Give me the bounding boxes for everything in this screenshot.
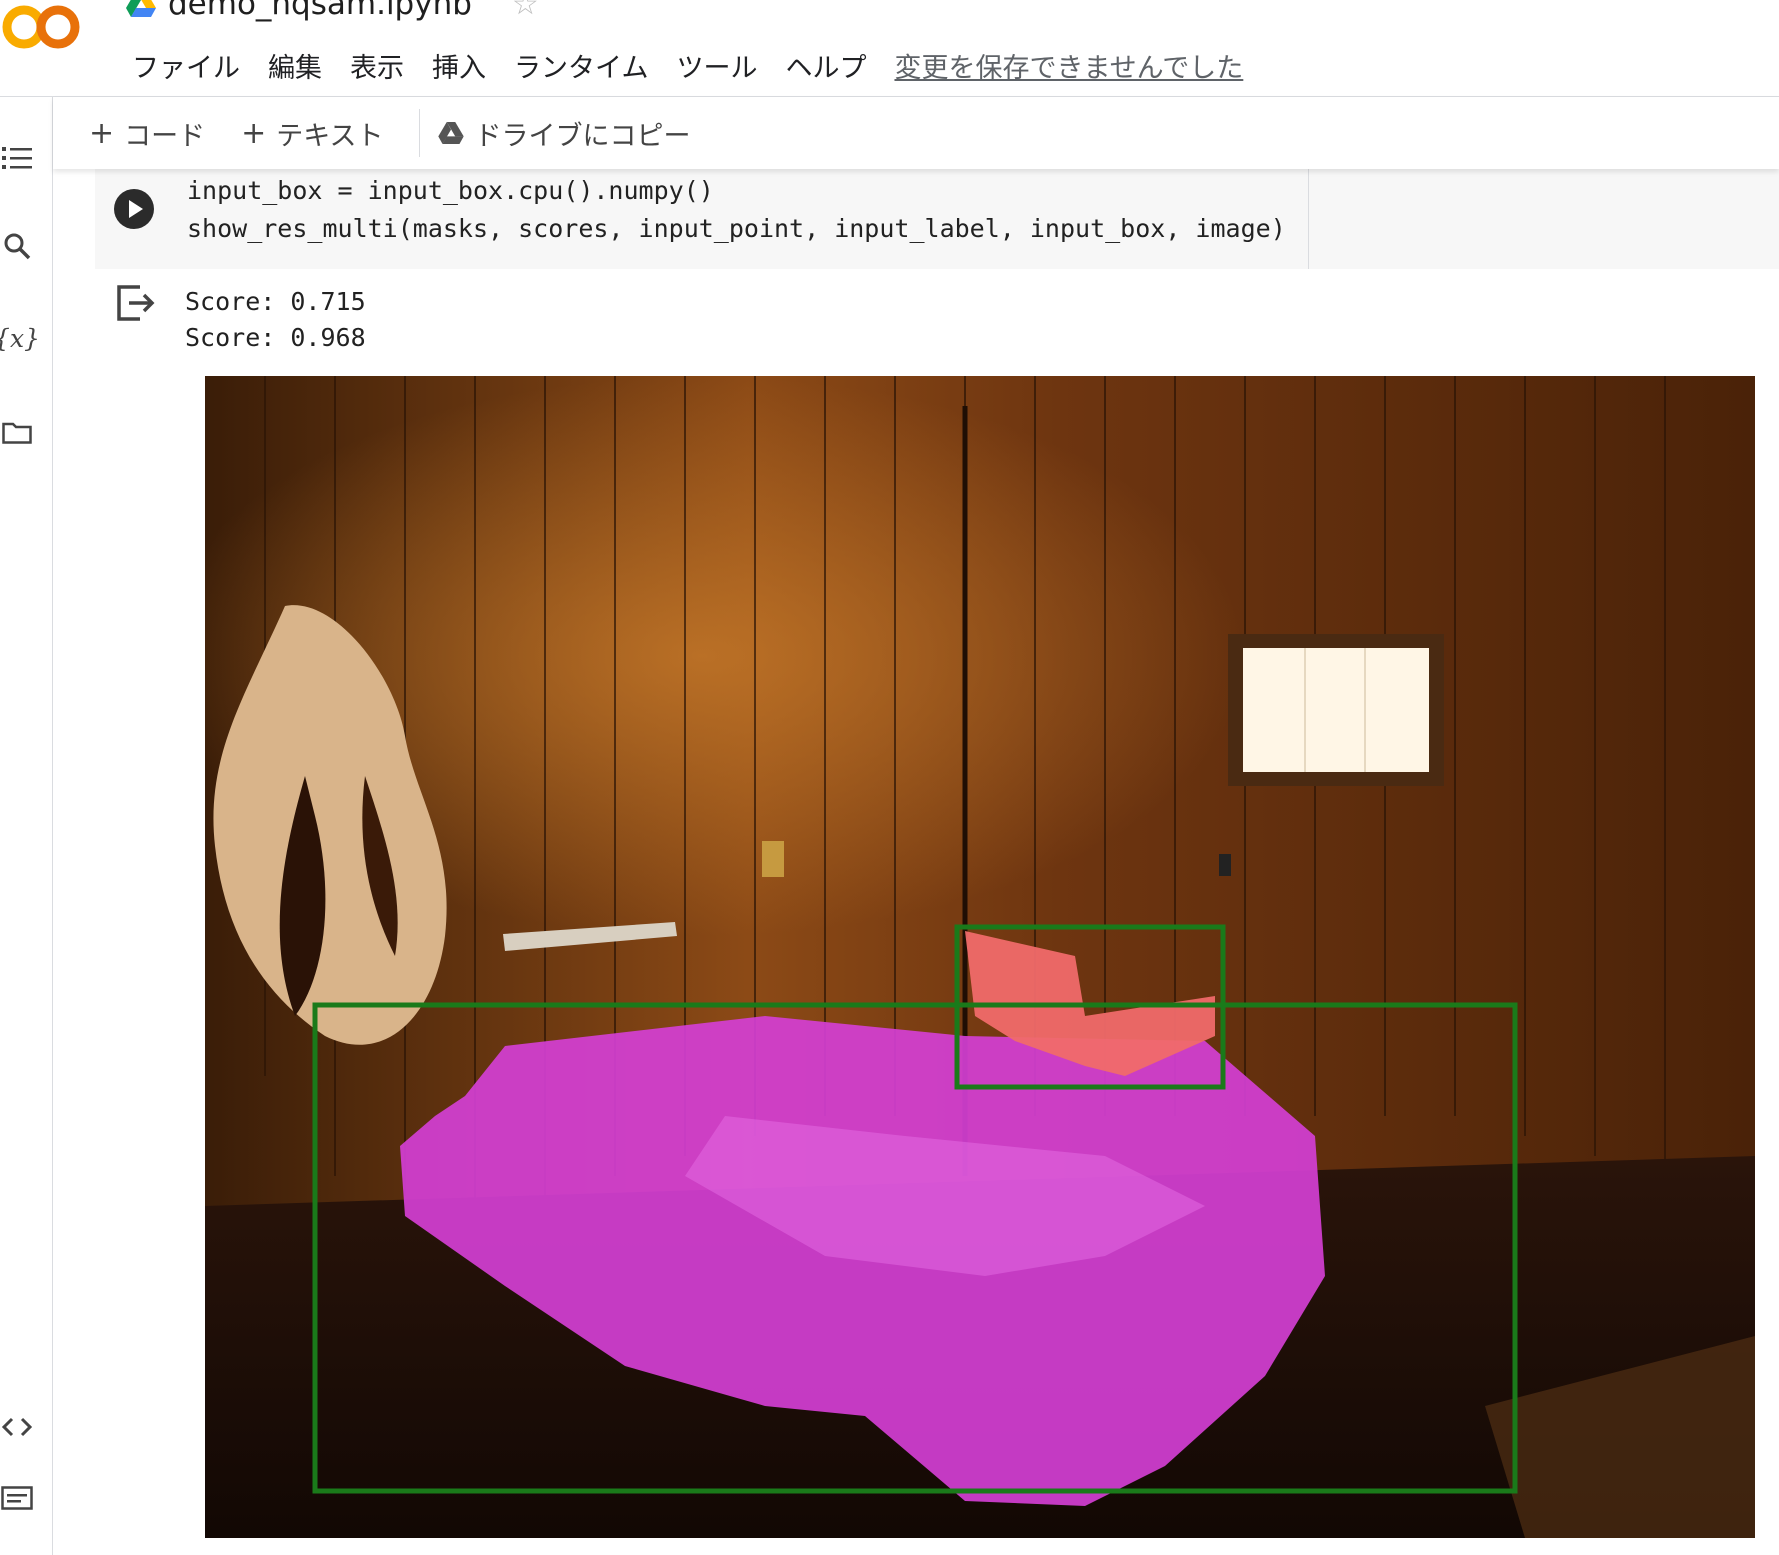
menu-runtime[interactable]: ランタイム [500,42,662,89]
score-line-1: Score: 0.715 [185,287,366,316]
segmentation-output-image [205,376,1755,1538]
add-code-label: コード [124,120,206,152]
files-icon[interactable] [0,415,34,449]
cell-divider [1308,169,1309,269]
plus-icon: + [241,115,267,151]
add-text-button[interactable]: + テキスト [223,114,401,153]
switch [1219,854,1231,876]
notebook-title[interactable]: demo_hqsam.ipynb [168,0,472,22]
menu-insert[interactable]: 挿入 [418,42,500,89]
output-icon[interactable] [116,284,156,322]
toolbar-separator [419,109,421,157]
colab-logo[interactable] [0,0,90,58]
menu-file[interactable]: ファイル [118,42,254,89]
left-rail: {x} [0,97,53,1555]
plus-icon: + [89,115,115,151]
add-text-label: テキスト [276,120,384,152]
menu-help[interactable]: ヘルプ [771,42,880,89]
notebook-toolbar: + コード + テキスト ドライブにコピー [53,97,1779,169]
save-failed-notice[interactable]: 変更を保存できませんでした [894,42,1243,89]
score-line-2: Score: 0.968 [185,323,366,352]
star-icon[interactable]: ☆ [512,0,539,22]
terminal-icon[interactable] [0,1481,34,1515]
toc-icon[interactable] [0,141,34,175]
code-snippets-icon[interactable] [0,1410,34,1444]
code-line-2: show_res_multi(masks, scores, input_poin… [187,214,1286,243]
cell-output-text: Score: 0.715 Score: 0.968 [185,284,366,356]
menu-tools[interactable]: ツール [662,42,771,89]
drive-icon [126,0,156,17]
add-code-button[interactable]: + コード [53,114,223,153]
run-cell-button[interactable] [114,189,154,229]
menu-edit[interactable]: 編集 [254,42,336,89]
search-icon[interactable] [0,229,34,263]
outlet [762,841,784,877]
title-row: demo_hqsam.ipynb ☆ [126,0,539,22]
menu-bar: ファイル 編集 表示 挿入 ランタイム ツール ヘルプ 変更を保存できませんでし… [118,42,1243,89]
drive-outline-icon [438,122,465,144]
menu-view[interactable]: 表示 [336,42,418,89]
copy-to-drive-button[interactable]: ドライブにコピー [438,114,708,153]
window-glass [1243,648,1429,772]
code-line-1: input_box = input_box.cpu().numpy() [187,176,714,205]
copy-to-drive-label: ドライブにコピー [474,120,691,152]
code-editor[interactable]: input_box = input_box.cpu().numpy() show_… [187,172,1286,248]
variables-icon[interactable]: {x} [0,321,40,355]
